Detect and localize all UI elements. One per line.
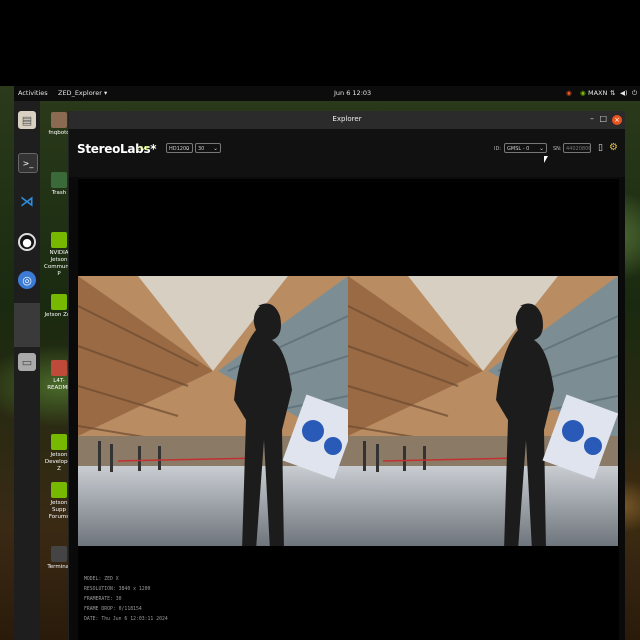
power-icon[interactable]: ⏻ xyxy=(632,89,637,98)
fps-select[interactable]: 30 ⌄ xyxy=(195,143,221,153)
vscode-icon[interactable]: ⋊ xyxy=(18,193,36,211)
close-button[interactable]: × xyxy=(612,115,622,125)
live-indicator: LIVE xyxy=(137,146,149,152)
disk-icon[interactable]: ▭ xyxy=(18,353,36,371)
serial-number-field: 44020806 xyxy=(563,143,591,153)
power-mode-icon[interactable]: ◉ xyxy=(580,89,586,97)
camera-info-panel: MODEL: ZED X RESOLUTION: 3840 x 1200 FRA… xyxy=(84,575,168,625)
sn-label: SN: xyxy=(553,146,562,152)
terminal-icon xyxy=(51,546,67,562)
battery-icon[interactable]: ▯ xyxy=(598,143,603,153)
info-model: MODEL: ZED X xyxy=(84,577,119,582)
files-icon[interactable]: ▤ xyxy=(18,111,36,129)
nvidia-doc-icon xyxy=(51,434,67,450)
trash-icon xyxy=(51,172,67,188)
resolution-select[interactable]: HD1200 ⌄ xyxy=(166,143,193,153)
stereo-video-view: MODEL: ZED X RESOLUTION: 3840 x 1200 FRA… xyxy=(78,179,619,640)
toolbar: StereoLabs* LIVE HD1200 ⌄ 30 ⌄ ID: GMSL - … xyxy=(69,129,625,177)
chevron-down-icon: ⌄ xyxy=(212,145,218,152)
system-top-bar: Activities ZED_Explorer ▾ Jun 6 12:03 ◉ … xyxy=(14,86,640,101)
camera-id-select[interactable]: GMSL - 0 ⌄ xyxy=(504,143,547,153)
gear-icon[interactable]: ⚙ xyxy=(609,142,618,153)
maximize-button[interactable]: □ xyxy=(599,114,607,123)
nvidia-doc-icon xyxy=(51,232,67,248)
left-camera-frame xyxy=(78,276,348,546)
window-title: Explorer xyxy=(332,115,362,123)
left-camera-image xyxy=(78,276,348,546)
info-frame-drop: FRAME DROP: 0/118154 xyxy=(84,607,142,612)
dock: ▤ >_ ⋊ ● ◎ ▭ xyxy=(14,101,40,640)
right-camera-frame xyxy=(348,276,618,546)
readme-folder-icon xyxy=(51,360,67,376)
nvidia-icon[interactable]: ◉ xyxy=(566,89,572,97)
info-date: DATE: Thu Jun 6 12:03:11 2024 xyxy=(84,617,168,622)
home-folder-icon xyxy=(51,112,67,128)
nvidia-doc-icon xyxy=(51,482,67,498)
minimize-button[interactable]: – xyxy=(590,114,594,123)
volume-icon[interactable]: ◀) xyxy=(620,89,628,97)
info-resolution: RESOLUTION: 3840 x 1200 xyxy=(84,587,151,592)
chevron-down-icon: ⌄ xyxy=(184,145,190,152)
obs-icon[interactable]: ● xyxy=(18,233,36,251)
activities-button[interactable]: Activities xyxy=(18,89,48,97)
id-label: ID: xyxy=(494,146,502,152)
network-icon[interactable]: ⇅ xyxy=(610,89,615,97)
explorer-dock-icon[interactable] xyxy=(14,303,40,347)
chevron-down-icon: ⌄ xyxy=(538,145,544,152)
clock[interactable]: Jun 6 12:03 xyxy=(334,89,371,97)
mouse-cursor xyxy=(544,156,548,163)
app-menu[interactable]: ZED_Explorer ▾ xyxy=(58,89,107,97)
terminal-icon[interactable]: >_ xyxy=(18,153,38,173)
info-framerate: FRAMERATE: 30 xyxy=(84,597,122,602)
window-titlebar[interactable]: Explorer – □ × xyxy=(69,111,625,129)
nvidia-doc-icon xyxy=(51,294,67,310)
right-camera-image xyxy=(348,276,618,546)
explorer-window: Explorer – □ × StereoLabs* LIVE HD1200 ⌄ … xyxy=(68,111,625,640)
chromium-icon[interactable]: ◎ xyxy=(18,271,36,289)
power-mode-label[interactable]: MAXN xyxy=(588,89,607,97)
